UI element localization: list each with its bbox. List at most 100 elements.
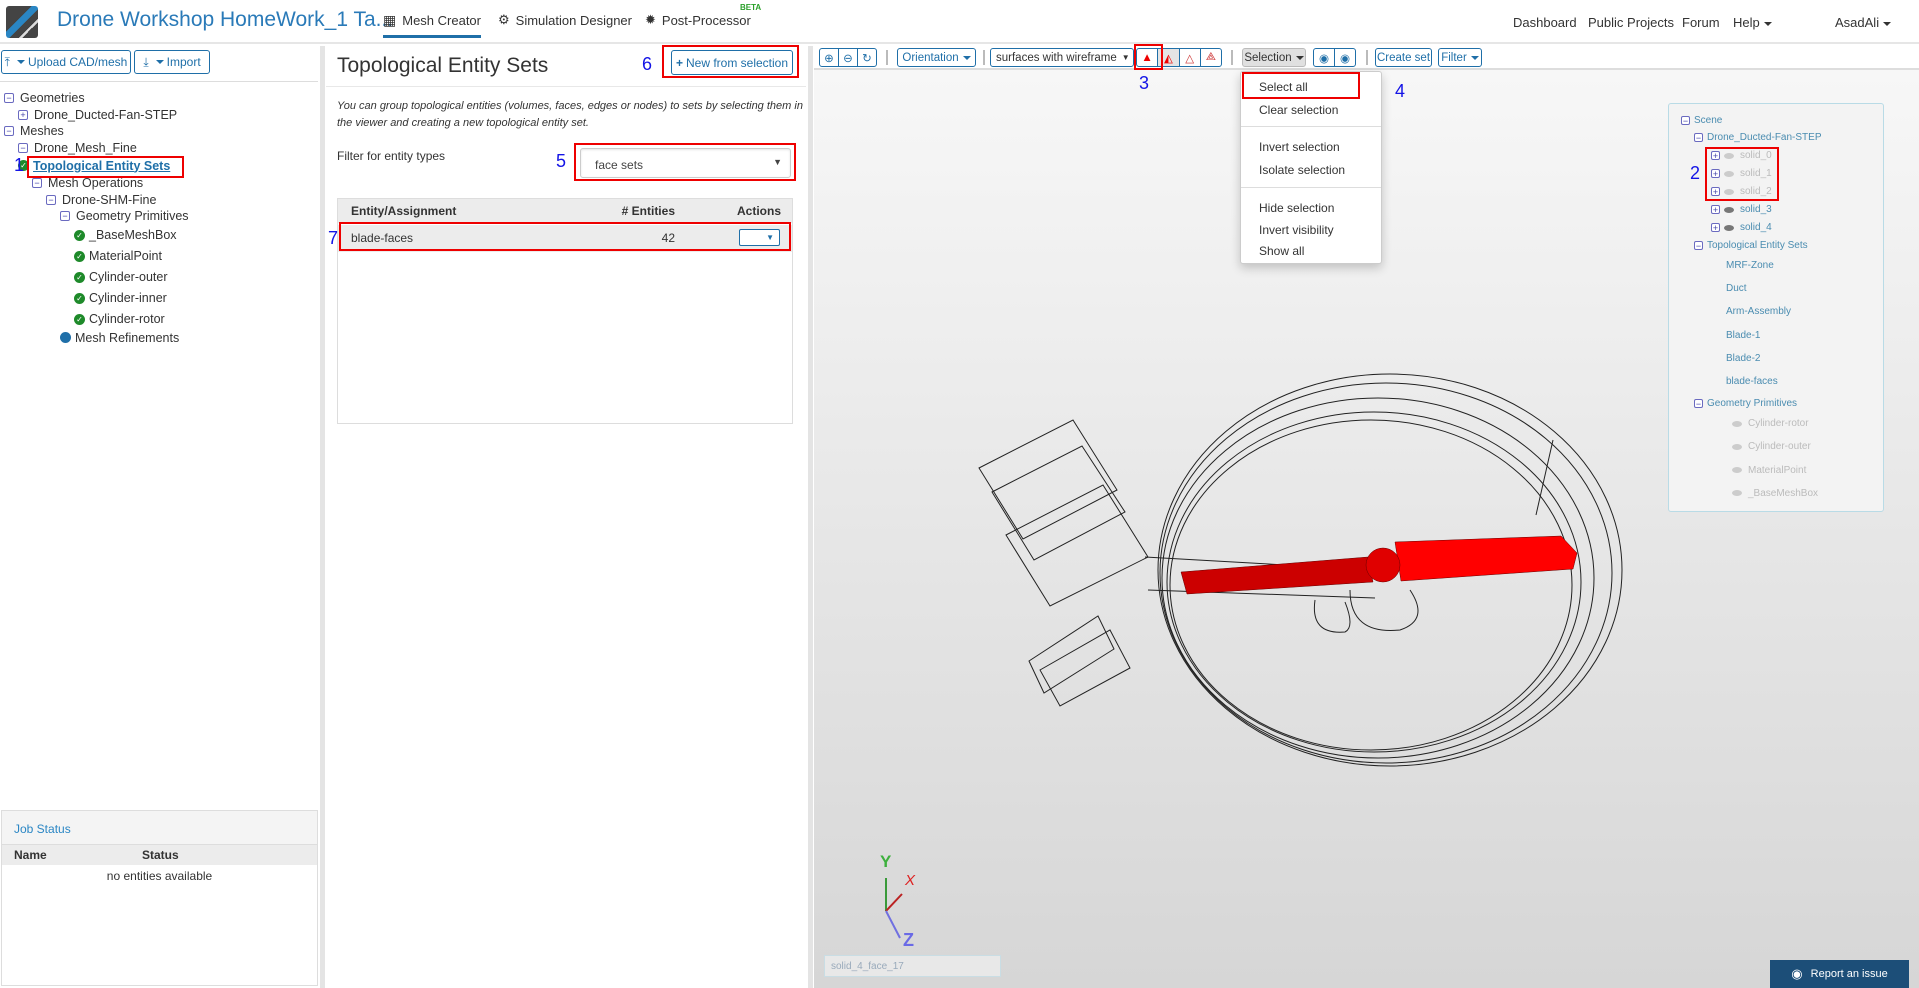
- create-set-button[interactable]: Create set: [1375, 48, 1432, 67]
- tree-item[interactable]: − Geometry Primitives: [4, 208, 314, 225]
- app-logo[interactable]: [6, 6, 38, 38]
- zoom-out-icon[interactable]: ⊖: [839, 49, 858, 66]
- scene-item[interactable]: − Geometry Primitives: [1694, 398, 1797, 409]
- expand-icon[interactable]: +: [1711, 223, 1720, 233]
- eye-icon[interactable]: [1732, 467, 1742, 474]
- reset-view-icon[interactable]: ↻: [858, 49, 876, 66]
- scene-item[interactable]: blade-faces: [1726, 376, 1778, 387]
- scene-item[interactable]: − Drone_Ducted-Fan-STEP: [1694, 132, 1822, 143]
- tree-item[interactable]: − Drone-SHM-Fine: [4, 192, 314, 209]
- picked-entity-field[interactable]: solid_4_face_17: [824, 955, 1001, 977]
- scene-item[interactable]: Blade-1: [1726, 330, 1760, 341]
- expand-icon[interactable]: +: [18, 109, 28, 120]
- caret-down-icon: [16, 60, 25, 64]
- collapse-icon[interactable]: −: [4, 93, 14, 104]
- scene-item[interactable]: − Scene: [1681, 115, 1722, 126]
- dropdown-arrow-icon: ▼: [1121, 53, 1130, 62]
- orientation-dropdown[interactable]: Orientation: [897, 48, 976, 67]
- zoom-in-icon[interactable]: ⊕: [820, 49, 839, 66]
- separator: [1231, 50, 1233, 65]
- dashboard-link[interactable]: Dashboard: [1513, 15, 1577, 30]
- check-circle-icon[interactable]: ✓: [74, 229, 85, 241]
- status-dot-icon[interactable]: [60, 332, 71, 344]
- tree-item[interactable]: ✓ MaterialPoint: [4, 246, 314, 267]
- scene-item-label: Topological Entity Sets: [1707, 240, 1808, 251]
- eye-icon: ◉: [1791, 966, 1803, 981]
- tab-post-processor[interactable]: ✹ Post-Processor: [645, 12, 751, 28]
- collapse-icon[interactable]: −: [32, 178, 42, 189]
- eye-icon[interactable]: [1732, 420, 1742, 427]
- tree-item[interactable]: ✓ _BaseMeshBox: [4, 225, 314, 246]
- filter-dropdown[interactable]: Filter: [1438, 48, 1482, 67]
- tree-item[interactable]: ✓ Cylinder-outer: [4, 267, 314, 288]
- project-title[interactable]: Drone Workshop HomeWork_1 Ta...: [57, 8, 393, 32]
- upload-cad-button[interactable]: ⤒ Upload CAD/mesh: [1, 50, 131, 74]
- scene-item[interactable]: Cylinder-outer: [1732, 441, 1811, 452]
- collapse-icon[interactable]: −: [60, 211, 70, 222]
- caret-down-icon: [1763, 21, 1772, 26]
- menu-invert-selection[interactable]: Invert selection: [1259, 140, 1340, 154]
- tree-item[interactable]: ✓ Cylinder-inner: [4, 288, 314, 309]
- check-circle-icon[interactable]: ✓: [74, 250, 85, 262]
- select-edge-icon[interactable]: △: [1180, 49, 1201, 66]
- eye-icon[interactable]: ◉: [1335, 49, 1355, 66]
- scene-item[interactable]: Blade-2: [1726, 353, 1760, 364]
- report-issue-button[interactable]: ◉ Report an issue: [1770, 960, 1909, 988]
- tab-mesh-creator[interactable]: ▦ Mesh Creator: [383, 12, 481, 38]
- tree-item[interactable]: − Drone_Mesh_Fine: [4, 140, 314, 157]
- collapse-icon[interactable]: −: [1694, 241, 1703, 251]
- tree-item[interactable]: Mesh Refinements: [4, 330, 314, 347]
- scene-item-label: Drone_Ducted-Fan-STEP: [1707, 132, 1822, 143]
- collapse-icon[interactable]: −: [18, 142, 28, 153]
- tree-item[interactable]: − Geometries: [4, 90, 314, 107]
- expand-icon[interactable]: +: [1711, 205, 1720, 215]
- menu-show-all[interactable]: Show all: [1259, 244, 1304, 258]
- 3d-viewer[interactable]: ⊕ ⊖ ↻ Orientation surfaces with wireframe ▼…: [814, 44, 1919, 988]
- forum-link[interactable]: Forum: [1682, 15, 1720, 30]
- scene-item[interactable]: _BaseMeshBox: [1732, 488, 1818, 499]
- collapse-icon[interactable]: −: [46, 194, 56, 205]
- menu-isolate-selection[interactable]: Isolate selection: [1259, 163, 1345, 177]
- scene-item[interactable]: − Topological Entity Sets: [1694, 240, 1808, 251]
- render-mode-select[interactable]: surfaces with wireframe ▼: [990, 48, 1134, 67]
- user-menu[interactable]: AsadAli: [1835, 15, 1892, 30]
- scene-item[interactable]: + solid_3: [1711, 204, 1772, 215]
- collapse-icon[interactable]: −: [1694, 399, 1703, 409]
- public-projects-link[interactable]: Public Projects: [1588, 15, 1674, 30]
- scene-item[interactable]: Cylinder-rotor: [1732, 418, 1809, 429]
- tree-item[interactable]: ✓ Cylinder-rotor: [4, 309, 314, 330]
- tree-item-label: MaterialPoint: [89, 249, 162, 263]
- collapse-icon[interactable]: −: [1681, 116, 1690, 126]
- selection-dropdown[interactable]: Selection: [1242, 48, 1306, 67]
- arm-box: [991, 445, 1126, 561]
- tree-item[interactable]: − Meshes: [4, 123, 314, 140]
- scene-item[interactable]: Duct: [1726, 283, 1747, 294]
- check-circle-icon[interactable]: ✓: [74, 271, 85, 283]
- eye-icon[interactable]: [1724, 206, 1734, 213]
- upload-icon: ⤒: [4, 54, 10, 69]
- eye-icon[interactable]: [1732, 490, 1742, 497]
- scene-item[interactable]: MaterialPoint: [1732, 465, 1806, 476]
- check-circle-icon[interactable]: ✓: [74, 313, 85, 325]
- check-circle-icon[interactable]: ✓: [74, 292, 85, 304]
- tree-item[interactable]: + Drone_Ducted-Fan-STEP: [4, 107, 314, 124]
- collapse-icon[interactable]: −: [1694, 133, 1703, 143]
- import-button[interactable]: ⤓ Import: [134, 50, 210, 74]
- scene-item[interactable]: MRF-Zone: [1726, 260, 1774, 271]
- eye-icon[interactable]: [1732, 443, 1742, 450]
- collapse-icon[interactable]: −: [4, 126, 14, 137]
- button-label: Upload CAD/mesh: [27, 55, 128, 69]
- panel-resize-handle[interactable]: [808, 46, 813, 988]
- menu-clear-selection[interactable]: Clear selection: [1259, 103, 1338, 117]
- eye-icon[interactable]: [1724, 224, 1734, 231]
- menu-hide-selection[interactable]: Hide selection: [1259, 201, 1334, 215]
- panel-resize-handle[interactable]: [320, 46, 325, 988]
- col-status: Status: [142, 848, 179, 862]
- scene-item[interactable]: + solid_4: [1711, 222, 1772, 233]
- eye-slash-icon[interactable]: ◉: [1314, 49, 1335, 66]
- help-menu[interactable]: Help: [1733, 15, 1772, 30]
- menu-invert-visibility[interactable]: Invert visibility: [1259, 223, 1334, 237]
- select-node-icon[interactable]: ⟁: [1201, 49, 1221, 66]
- scene-item[interactable]: Arm-Assembly: [1726, 306, 1791, 317]
- tab-simulation-designer[interactable]: ⚙ Simulation Designer: [498, 12, 632, 28]
